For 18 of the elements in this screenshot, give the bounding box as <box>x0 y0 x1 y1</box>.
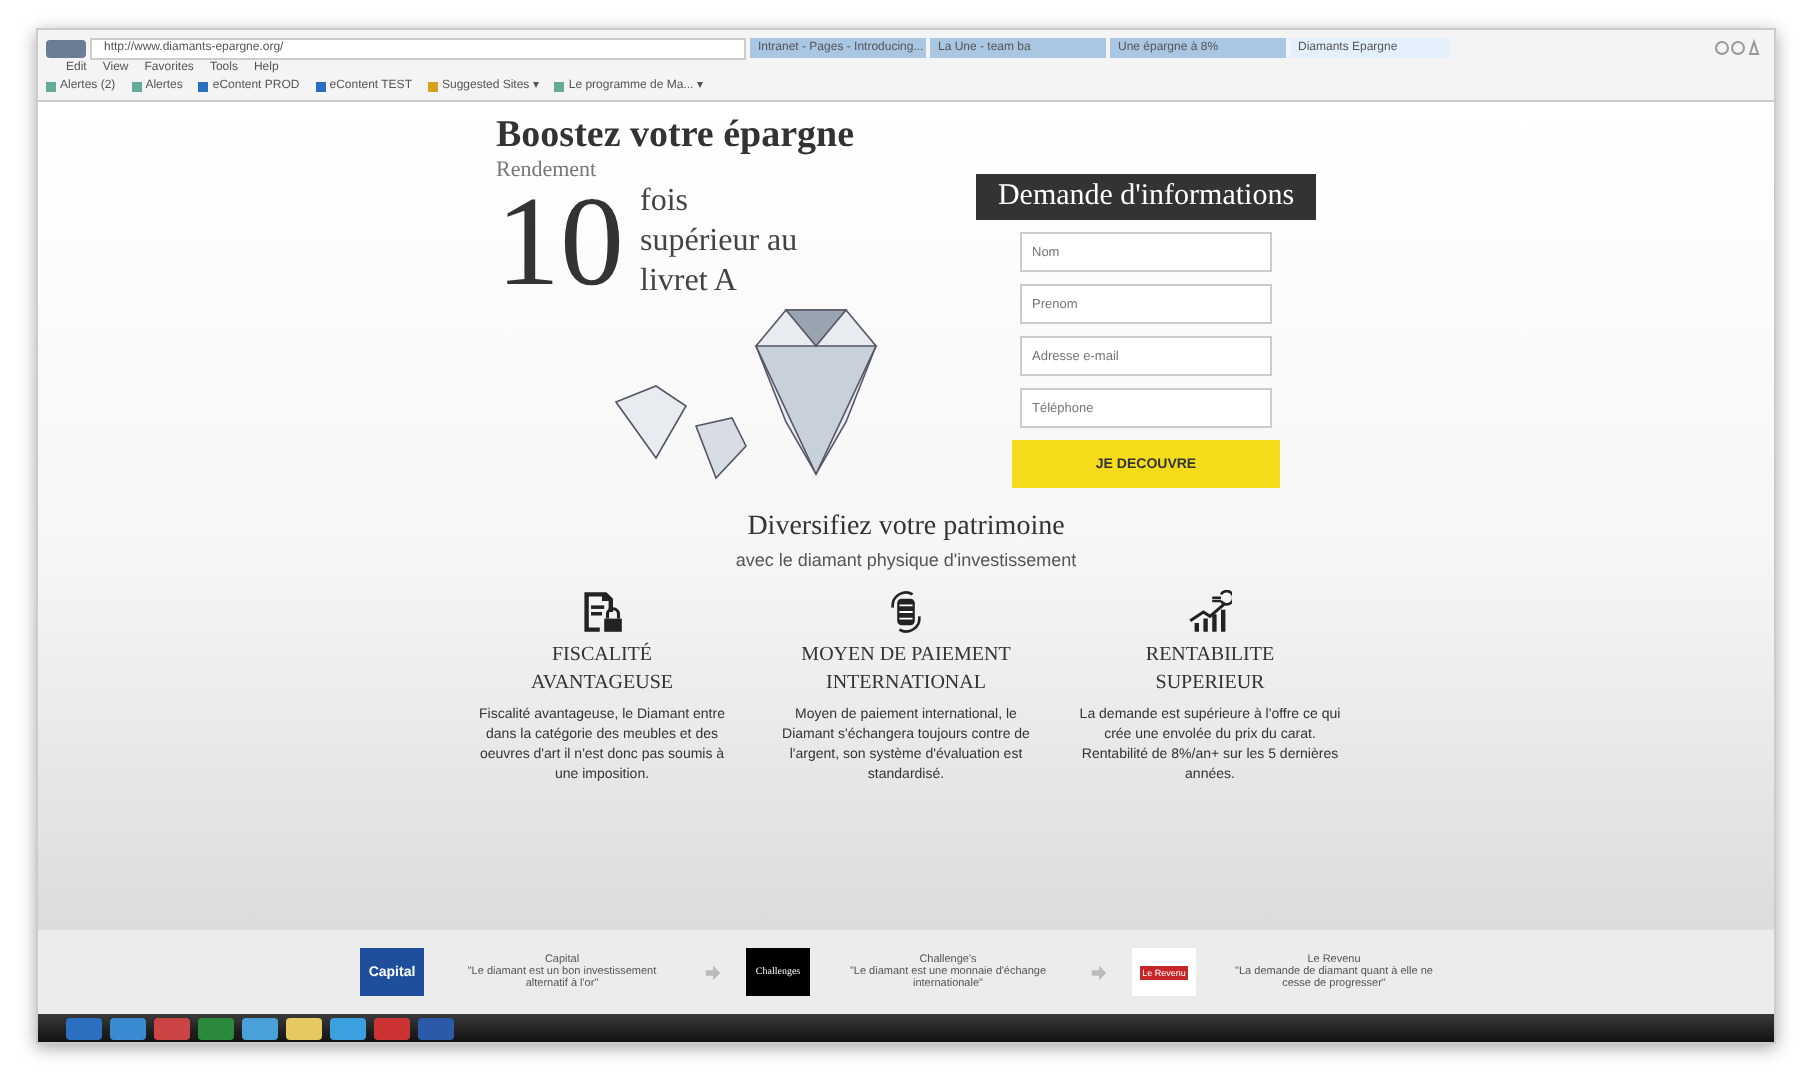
section-title: Diversifiez votre patrimoine <box>747 512 1065 544</box>
form-title: Demande d'informations <box>976 174 1316 220</box>
feature-title: MOYEN DE PAIEMENT INTERNATIONAL <box>799 642 1013 698</box>
taskbar-app-icon[interactable] <box>110 1017 146 1039</box>
arrow-icon <box>1090 963 1108 981</box>
document-lock-icon <box>580 590 624 634</box>
big-number: 10 <box>496 182 624 302</box>
big-number-caption: fois supérieur au livret A <box>640 182 800 302</box>
feature-title: RENTABILITE SUPERIEUR <box>1143 642 1277 698</box>
taskbar-app-icon[interactable] <box>286 1017 322 1039</box>
section-subtitle: avec le diamant physique d'investissement <box>735 550 1077 570</box>
arrow-icon <box>704 963 722 981</box>
euro-growth-chart-icon <box>1188 590 1232 634</box>
taskbar-app-icon[interactable] <box>242 1017 278 1039</box>
hero-subtitle: Rendement <box>496 158 599 182</box>
taskbar-app-icon[interactable] <box>330 1017 366 1039</box>
feature-title: FISCALITÉ AVANTAGEUSE <box>528 642 676 698</box>
hero-title: Boostez votre épargne <box>496 114 857 158</box>
